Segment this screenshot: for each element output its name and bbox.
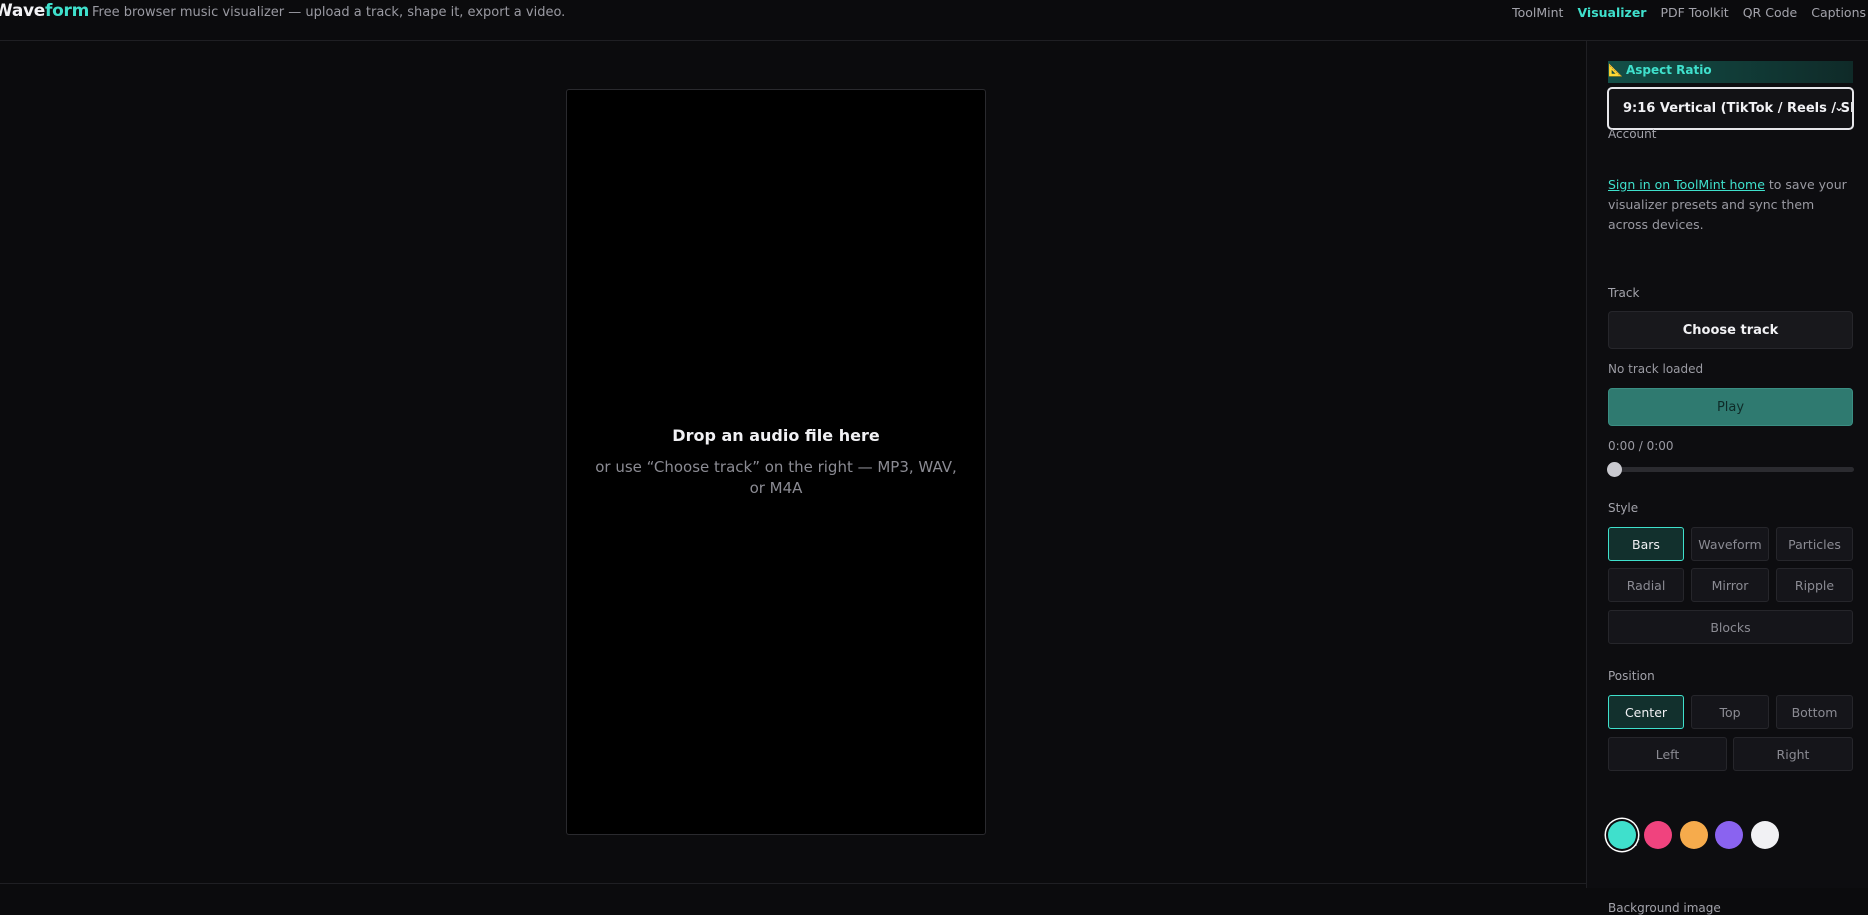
nav-toolmint[interactable]: ToolMint <box>1512 5 1563 20</box>
aspect-ratio-label: Aspect Ratio <box>1625 63 1712 77</box>
divider <box>0 883 1586 884</box>
style-bars-button[interactable]: Bars <box>1608 527 1684 561</box>
style-radial-button[interactable]: Radial <box>1608 568 1684 602</box>
tagline: Free browser music visualizer — upload a… <box>92 5 566 20</box>
nav-pdf-toolkit[interactable]: PDF Toolkit <box>1660 5 1728 20</box>
brand-part1: Wave <box>0 1 46 21</box>
style-blocks-button[interactable]: Blocks <box>1608 610 1853 644</box>
position-top-button[interactable]: Top <box>1691 695 1769 729</box>
position-left-button[interactable]: Left <box>1608 737 1727 771</box>
style-label: Style <box>1608 501 1639 515</box>
seek-slider-track[interactable] <box>1611 467 1854 472</box>
position-bottom-button[interactable]: Bottom <box>1776 695 1853 729</box>
account-label: Account <box>1608 127 1657 141</box>
background-image-label: Background image <box>1608 901 1721 915</box>
drop-zone-canvas[interactable]: Drop an audio file here or use “Choose t… <box>566 89 986 835</box>
chevron-down-icon: ⌄ <box>1833 100 1844 114</box>
position-center-button[interactable]: Center <box>1608 695 1684 729</box>
color-swatch-teal[interactable] <box>1608 821 1636 849</box>
style-particles-button[interactable]: Particles <box>1776 527 1853 561</box>
track-time: 0:00 / 0:00 <box>1608 439 1674 453</box>
play-button[interactable]: Play <box>1608 388 1853 426</box>
aspect-ratio-value: 9:16 Vertical (TikTok / Reels / Sh <box>1623 101 1854 116</box>
color-swatch-white[interactable] <box>1751 821 1779 849</box>
style-ripple-button[interactable]: Ripple <box>1776 568 1853 602</box>
track-status: No track loaded <box>1608 362 1704 376</box>
choose-track-button[interactable]: Choose track <box>1608 311 1853 349</box>
account-message: Sign in on ToolMint home to save your vi… <box>1608 175 1858 235</box>
nav-visualizer[interactable]: Visualizer <box>1577 5 1646 20</box>
nav-captions[interactable]: Captions <box>1811 5 1866 20</box>
top-nav: ToolMint Visualizer PDF Toolkit QR Code … <box>1512 5 1866 20</box>
color-swatch-orange[interactable] <box>1680 821 1708 849</box>
style-mirror-button[interactable]: Mirror <box>1691 568 1769 602</box>
top-bar: Waveform Free browser music visualizer —… <box>0 0 1868 41</box>
aspect-ratio-heading: 📐 Aspect Ratio <box>1608 61 1853 83</box>
sign-in-link[interactable]: Sign in on ToolMint home <box>1608 177 1765 192</box>
drop-title: Drop an audio file here <box>672 426 880 445</box>
track-label: Track <box>1608 286 1640 300</box>
brand-logo[interactable]: Waveform <box>0 1 89 21</box>
drop-subtitle: or use “Choose track” on the right — MP3… <box>595 458 957 497</box>
controls-sidebar: 📐 Aspect Ratio 9:16 Vertical (TikTok / Re… <box>1586 41 1868 915</box>
brand-part2: form <box>45 1 90 21</box>
color-swatch-purple[interactable] <box>1715 821 1743 849</box>
position-label: Position <box>1608 669 1655 683</box>
preview-stage: Drop an audio file here or use “Choose t… <box>0 41 1586 883</box>
triangle-ruler-icon: 📐 <box>1608 63 1623 77</box>
seek-slider-thumb[interactable] <box>1607 462 1622 477</box>
position-right-button[interactable]: Right <box>1733 737 1853 771</box>
style-waveform-button[interactable]: Waveform <box>1691 527 1769 561</box>
aspect-ratio-select[interactable]: 9:16 Vertical (TikTok / Reels / Sh ⌄ <box>1607 87 1854 130</box>
color-swatch-pink[interactable] <box>1644 821 1672 849</box>
nav-qr-code[interactable]: QR Code <box>1743 5 1798 20</box>
